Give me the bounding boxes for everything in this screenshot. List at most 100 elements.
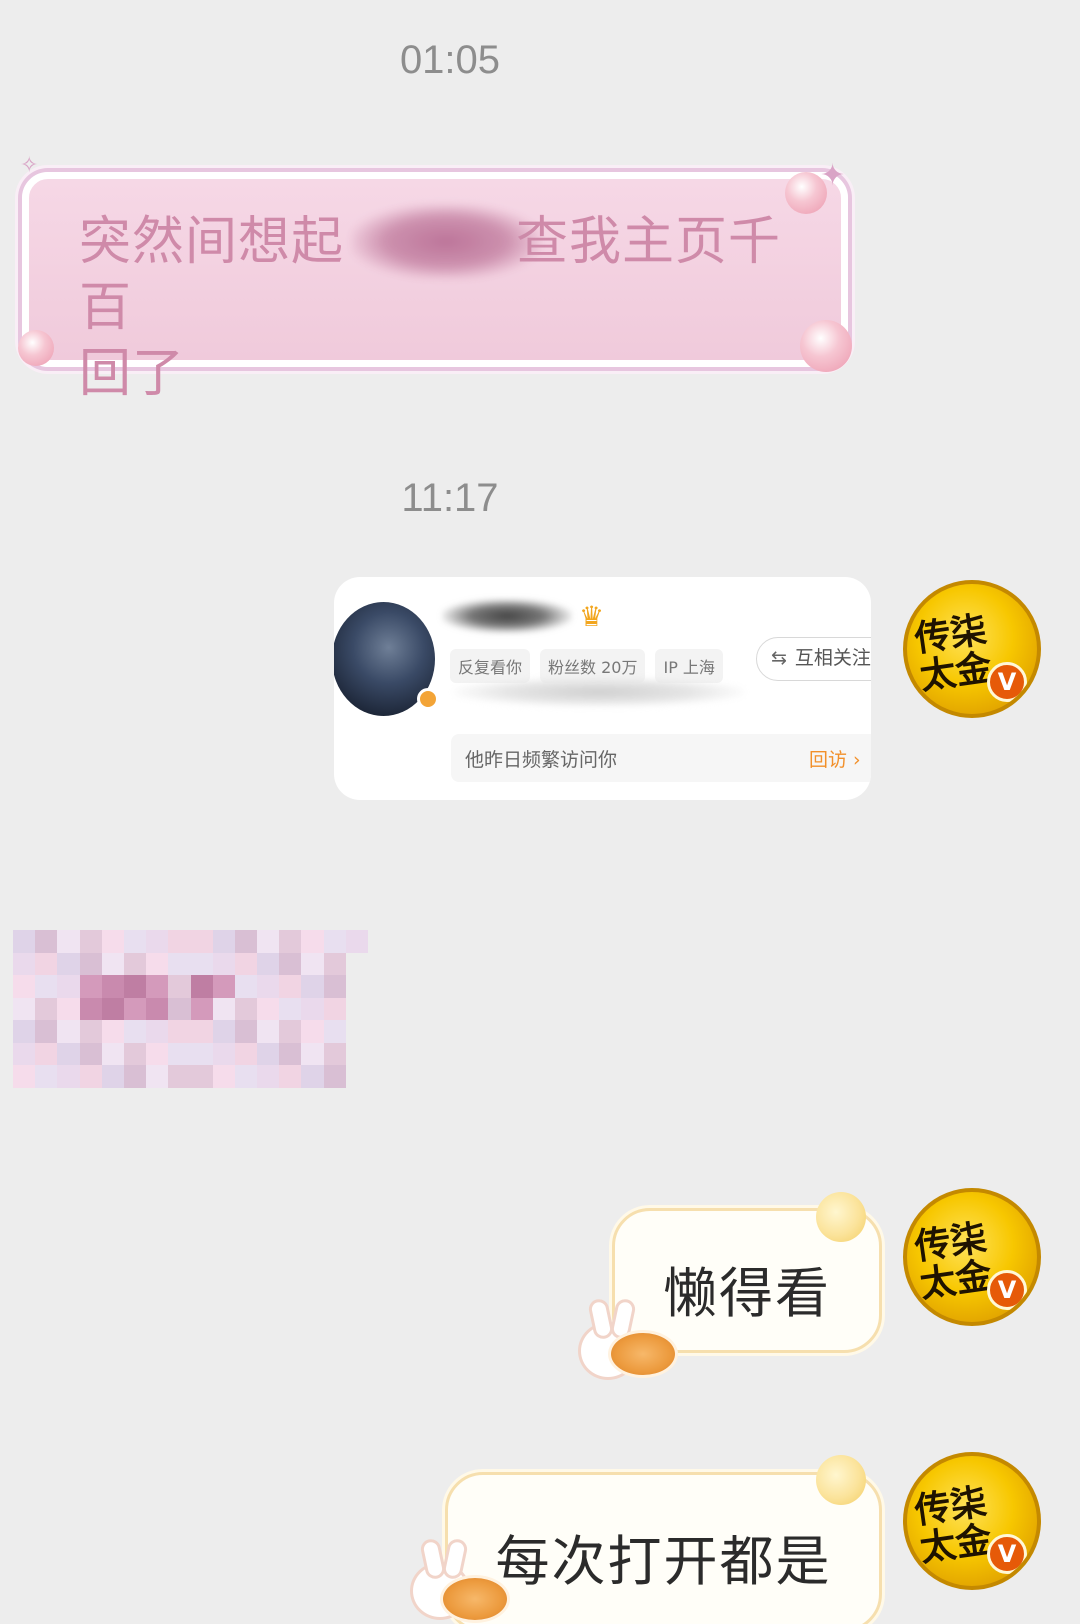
mutual-follow-button[interactable]: ⇆ 互相关注 <box>756 637 871 681</box>
mosaic-pixel <box>190 1042 213 1066</box>
mosaic-pixel <box>279 1065 302 1088</box>
mosaic-pixel <box>346 953 368 976</box>
mosaic-pixel <box>123 975 147 998</box>
mosaic-pixel <box>168 975 191 998</box>
mosaic-pixel <box>301 952 324 976</box>
mosaic-pixel <box>257 975 280 998</box>
mosaic-pixel <box>212 975 235 998</box>
mosaic-pixel <box>323 975 346 998</box>
mosaic-pixel <box>146 1065 169 1088</box>
mosaic-pixel <box>35 975 58 998</box>
mosaic-pixel <box>13 930 36 953</box>
message-bubble-incoming-decorated[interactable]: 突然间想起 查我主页千百 回了 <box>22 172 848 404</box>
mosaic-pixel <box>190 952 213 976</box>
user-avatar[interactable]: 传柒 太金 V <box>903 580 1041 718</box>
mosaic-pixel <box>101 997 124 1021</box>
user-avatar[interactable]: 传柒 太金 V <box>903 1188 1041 1326</box>
user-avatar[interactable]: 传柒 太金 V <box>903 1452 1041 1590</box>
mosaic-pixel <box>79 1065 102 1088</box>
mosaic-pixel <box>346 1020 368 1043</box>
mosaic-pixel <box>234 1065 258 1088</box>
mosaic-pixel <box>323 952 346 976</box>
mosaic-pixel <box>323 997 346 1021</box>
mosaic-pixel <box>301 1065 324 1088</box>
mosaic-pixel <box>35 1042 58 1066</box>
mosaic-pixel <box>279 997 302 1021</box>
crown-icon: ♛ <box>579 600 605 633</box>
mosaic-pixel <box>168 1042 191 1066</box>
mosaic-pixel <box>79 975 102 998</box>
mosaic-pixel <box>279 1042 302 1066</box>
mosaic-pixel <box>57 975 80 998</box>
mosaic-pixel <box>234 1042 258 1066</box>
mosaic-pixel <box>57 997 80 1021</box>
mosaic-pixel <box>212 1020 235 1043</box>
moon-icon <box>816 1455 866 1505</box>
mooncake-icon <box>440 1575 510 1623</box>
mosaic-pixel <box>123 997 147 1021</box>
mosaic-pixel <box>279 952 302 976</box>
mosaic-pixel <box>279 930 302 953</box>
sparkle-icon: ✧ <box>20 153 39 178</box>
mosaic-pixel <box>35 997 58 1021</box>
mosaic-pixel <box>123 952 147 976</box>
mosaic-pixel <box>345 930 368 953</box>
mosaic-pixel <box>279 1020 302 1043</box>
mosaic-pixel <box>257 1020 280 1043</box>
mosaic-pixel <box>35 930 58 953</box>
mosaic-pixel <box>146 1020 169 1043</box>
mosaic-pixel <box>323 1065 346 1088</box>
pixelated-image-message[interactable] <box>13 930 368 1088</box>
mosaic-pixel <box>57 952 80 976</box>
mosaic-pixel <box>190 1065 213 1088</box>
verified-v-icon: V <box>987 1534 1027 1574</box>
mosaic-pixel <box>257 997 280 1021</box>
mosaic-pixel <box>101 930 124 953</box>
mosaic-pixel <box>212 997 235 1021</box>
mosaic-pixel <box>146 1042 169 1066</box>
mosaic-pixel <box>346 998 368 1021</box>
mosaic-pixel <box>190 997 213 1021</box>
mosaic-pixel <box>168 997 191 1021</box>
mosaic-pixel <box>35 1065 58 1088</box>
visit-notice-bar[interactable]: 他昨日频繁访问你 回访 › <box>451 734 871 782</box>
visit-notice-text: 他昨日频繁访问你 <box>465 749 618 771</box>
decoration-ball-icon <box>18 330 54 366</box>
moon-icon <box>816 1192 866 1242</box>
mosaic-pixel <box>257 1065 280 1088</box>
mosaic-pixel <box>79 997 102 1021</box>
mosaic-pixel <box>146 975 169 998</box>
mosaic-pixel <box>13 975 36 998</box>
mosaic-pixel <box>101 975 124 998</box>
mosaic-pixel <box>168 1065 191 1088</box>
strawberry-icon <box>800 320 852 372</box>
profile-avatar[interactable] <box>334 602 439 716</box>
mosaic-pixel <box>101 1042 124 1066</box>
revisit-link[interactable]: 回访 › <box>809 745 861 772</box>
mosaic-pixel <box>101 952 124 976</box>
mosaic-pixel <box>212 1065 235 1088</box>
redacted-username <box>442 599 572 633</box>
message-bubble-outgoing[interactable]: 每次打开都是 <box>445 1472 882 1624</box>
mosaic-pixel <box>234 1020 258 1043</box>
mosaic-pixel <box>257 952 280 976</box>
message-text-part: 突然间想起 <box>79 212 345 272</box>
mosaic-pixel <box>101 1020 124 1043</box>
verified-v-icon: V <box>987 662 1027 702</box>
verified-v-icon: V <box>987 1270 1027 1310</box>
verified-badge-icon <box>417 688 439 710</box>
mosaic-pixel <box>234 930 258 953</box>
mosaic-pixel <box>57 1042 80 1066</box>
mosaic-pixel <box>212 930 235 953</box>
mosaic-pixel <box>79 930 102 953</box>
mosaic-pixel <box>168 930 191 953</box>
mosaic-pixel <box>13 1020 36 1043</box>
shared-profile-card[interactable]: ♛ 反复看你 粉丝数 20万 IP 上海 ⇆ 互相关注 他昨日频繁访问你 回访 › <box>334 577 871 800</box>
mosaic-pixel <box>123 1042 147 1066</box>
mosaic-pixel <box>323 1020 346 1043</box>
mosaic-pixel <box>146 997 169 1021</box>
chat-screen: 01:05 突然间想起 查我主页千百 回了 ✦ ✧ 11:17 ♛ 反复看你 粉丝… <box>0 0 1080 1624</box>
mosaic-pixel <box>346 975 368 998</box>
redacted-bio <box>454 677 744 707</box>
mooncake-icon <box>608 1330 678 1378</box>
